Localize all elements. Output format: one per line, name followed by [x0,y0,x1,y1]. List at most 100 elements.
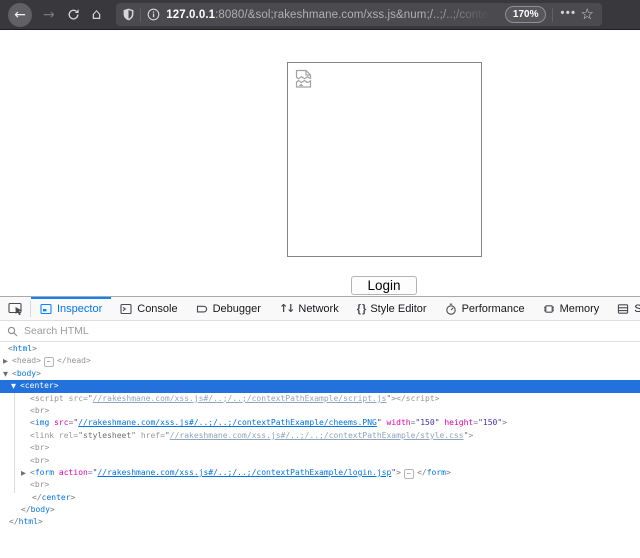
tab-console[interactable]: Console [111,297,186,320]
markup-token: > [44,406,49,415]
ellipsis-badge[interactable]: … [44,357,54,367]
markup-token: //rakeshmane.com/xss.js#/..;/..;/context… [78,418,377,427]
devtools-panel: Inspector Console Debugger ↑↓ Network { … [0,296,640,558]
tracking-protection-shield-icon[interactable] [123,8,134,21]
page-actions-button[interactable]: ••• [560,7,576,19]
markup-token: head [17,356,36,365]
search-icon [7,326,18,337]
markup-row[interactable]: <br> [0,442,640,454]
bookmark-button[interactable]: ☆ [581,5,594,23]
pick-element-icon [8,302,24,316]
forward-button[interactable]: → [43,7,55,23]
tab-label: Performance [462,303,525,315]
expander-open-icon[interactable]: ▼ [3,368,8,380]
tab-storage[interactable]: Storage [608,297,640,320]
markup-tree: <html>▶<head>…</head>▼<body>▼<center><sc… [0,342,640,529]
markup-token: height [444,418,473,427]
markup-token: head [67,356,86,365]
search-placeholder: Search HTML [24,325,89,337]
url-bar[interactable]: 127.0.0.1:8080/&sol;rakeshmane.com/xss.j… [116,3,602,26]
expander-closed-icon[interactable]: ▶ [3,355,8,367]
login-button-label: Login [367,278,400,293]
site-info-icon[interactable] [147,8,160,21]
markup-token: > [468,431,473,440]
markup-token: rel [59,431,73,440]
markup-token: img [35,418,49,427]
markup-token: script [35,394,64,403]
markup-token: html [13,344,32,353]
markup-token: //rakeshmane.com/xss.js#/..;/..;/context… [97,468,391,477]
zoom-level-badge[interactable]: 170% [505,6,547,23]
markup-token: form [427,468,446,477]
markup-row[interactable]: <br> [0,479,640,491]
markup-row[interactable]: ▼<center> [0,380,640,392]
urlbar-divider [140,8,141,22]
ellipsis-badge[interactable]: … [404,469,414,479]
markup-token: > [71,493,76,502]
home-button[interactable]: ⌂ [92,7,102,22]
markup-token: </ [32,493,42,502]
pick-element-button[interactable] [0,297,30,320]
markup-row[interactable]: ▶<head>…</head> [0,355,640,367]
markup-row[interactable]: <script src="//rakeshmane.com/xss.js#/..… [0,393,640,405]
tab-label: Inspector [57,303,102,315]
markup-row[interactable]: ▶<form action="//rakeshmane.com/xss.js#/… [0,467,640,479]
markup-token: > [435,394,440,403]
tab-style-editor[interactable]: { } Style Editor [348,297,436,320]
markup-token: > [32,344,37,353]
markup-token: "150" [415,418,439,427]
markup-token: form [35,468,54,477]
markup-row[interactable]: </html> [0,516,640,528]
memory-chip-icon [543,303,555,315]
storage-drawer-icon [617,303,629,315]
markup-token: body [17,369,36,378]
broken-image-icon [295,69,314,90]
search-html-input[interactable]: Search HTML [0,321,640,342]
markup-token: > [502,418,507,427]
markup-row[interactable]: <br> [0,455,640,467]
markup-token: center [25,381,54,390]
markup-token: ></ [391,394,405,403]
markup-row[interactable]: ▼<body> [0,368,640,380]
markup-token: width [387,418,411,427]
more-actions-icon: ••• [560,7,576,19]
tab-label: Storage [634,303,640,315]
tab-performance[interactable]: Performance [436,297,534,320]
devtools-tabbar: Inspector Console Debugger ↑↓ Network { … [0,297,640,321]
expander-open-icon[interactable]: ▼ [11,380,16,392]
back-arrow-icon: ← [14,7,26,23]
markup-row[interactable]: <link rel="stylesheet" href="//rakeshman… [0,430,640,442]
markup-token: "stylesheet" [78,431,136,440]
markup-row[interactable]: <br> [0,405,640,417]
back-button[interactable]: ← [8,3,32,27]
markup-row[interactable]: </center> [0,492,640,504]
markup-token: href [141,431,160,440]
markup-token: "150" [478,418,502,427]
urlbar-divider-2 [552,8,553,22]
broken-image[interactable] [287,62,482,257]
markup-row[interactable]: </body> [0,504,640,516]
expander-closed-icon[interactable]: ▶ [21,467,26,479]
markup-token: </ [9,517,19,526]
markup-row[interactable]: <html> [0,343,640,355]
network-arrows-icon: ↑↓ [279,302,293,315]
markup-token: > [44,480,49,489]
login-button[interactable]: Login [351,276,417,295]
markup-token: </ [417,468,427,477]
tab-inspector[interactable]: Inspector [31,297,111,320]
tab-network[interactable]: ↑↓ Network [270,297,348,320]
tab-debugger[interactable]: Debugger [187,297,270,320]
tab-label: Memory [560,303,600,315]
url-text[interactable]: 127.0.0.1:8080/&sol;rakeshmane.com/xss.j… [166,9,501,21]
markup-row[interactable]: <img src="//rakeshmane.com/xss.js#/..;/.… [0,417,640,429]
tab-memory[interactable]: Memory [534,297,609,320]
tab-label: Console [137,303,177,315]
reload-button[interactable] [67,8,80,21]
markup-token: action [59,468,88,477]
markup-token: > [396,468,401,477]
markup-token: > [44,456,49,465]
stopwatch-icon [445,303,457,315]
markup-token: </ [57,356,67,365]
markup-token: //rakeshmane.com/xss.js#/..;/..;/context… [93,394,387,403]
markup-token: > [446,468,451,477]
